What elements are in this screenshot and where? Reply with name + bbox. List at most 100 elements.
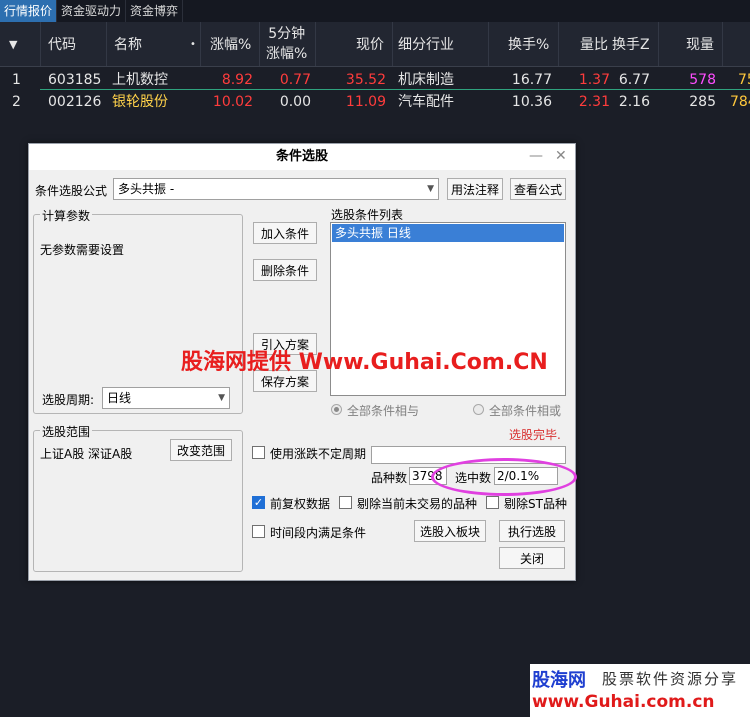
header-name-sort-dot: • [190,38,196,50]
header-name[interactable]: 名称 [114,22,142,66]
use-period-label: 使用涨跌不定周期 [270,447,367,461]
column-divider [315,22,316,66]
list-item[interactable]: 多头共振 日线 [332,224,564,242]
header-code[interactable]: 代码 [48,22,76,66]
header-five-min-change[interactable]: 5分钟 涨幅% [266,22,307,66]
row-price: 11.09 [345,94,386,110]
exclude-untraded-checkbox[interactable] [339,496,352,509]
count-label: 品种数 [371,471,408,485]
header-five-min-line2: 涨幅% [266,46,308,62]
header-price[interactable]: 现价 [356,22,384,66]
row-index: 2 [12,94,21,110]
execute-selection-button[interactable]: 执行选股 [499,520,565,542]
column-divider [722,22,723,66]
period-select[interactable]: 日线 ▼ [102,387,230,409]
quote-table-header: ▼ 代码 名称 • 涨幅% 5分钟 涨幅% 现价 细分行业 换手% 量比 换手Z… [0,22,750,67]
selected-row-underline [40,89,750,90]
formula-select[interactable]: 多头共振 - ▼ [113,178,439,200]
usage-notes-button[interactable]: 用法注释 [447,178,503,200]
table-row[interactable]: 1 603185 上机数控 8.92 0.77 35.52 机床制造 16.77… [0,69,750,91]
header-volume[interactable]: 现量 [686,22,714,66]
calc-params-group: 计算参数 无参数需要设置 选股周期: 日线 ▼ [33,207,243,414]
formula-label: 条件选股公式 [35,184,108,198]
row-code: 002126 [48,94,102,110]
to-block-button[interactable]: 选股入板块 [414,520,486,542]
row-change-pct: 10.02 [212,94,253,110]
header-five-min-line1: 5分钟 [268,26,306,42]
header-change-pct[interactable]: 涨幅% [210,22,251,66]
radio-and[interactable] [331,404,342,415]
dropdown-triangle-icon[interactable]: ▼ [9,22,17,66]
column-divider [106,22,107,66]
site-logo: 股海网 股票软件资源分享 www.Guhai.com.cn [530,664,750,717]
exclude-st-label: 剔除ST品种 [504,497,567,511]
minimize-icon[interactable]: — [529,148,543,164]
header-turnover[interactable]: 换手% [508,22,549,66]
add-condition-button[interactable]: 加入条件 [253,222,317,244]
condition-list-title: 选股条件列表 [331,208,404,222]
tab-fund-drive[interactable]: 资金驱动力 [57,0,127,22]
period-satisfy-label: 时间段内满足条件 [270,526,367,540]
tab-quote[interactable]: 行情报价 [0,0,58,22]
watermark-text: 股海网提供 Www.Guhai.Com.CN [181,350,548,375]
column-divider [259,22,260,66]
row-volume: 578 [689,72,716,88]
row-turnover: 10.36 [511,94,552,110]
period-satisfy-checkbox[interactable] [252,525,265,538]
radio-or[interactable] [473,404,484,415]
header-turnover-z[interactable]: 换手Z [612,22,650,66]
no-params-text: 无参数需要设置 [40,243,125,257]
close-button[interactable]: 关闭 [499,547,565,569]
column-divider [392,22,393,66]
close-icon[interactable]: ✕ [555,148,567,164]
tab-fund-game[interactable]: 资金博弈 [126,0,184,22]
radio-or-label: 全部条件相或 [489,404,562,418]
row-industry: 汽车配件 [398,94,454,110]
formula-select-value: 多头共振 - [118,182,175,196]
logo-url: www.Guhai.com.cn [532,692,715,712]
chevron-down-icon: ▼ [218,393,225,403]
stock-range-group: 选股范围 上证A股 深证A股 改变范围 [33,423,243,572]
column-divider [200,22,201,66]
row-name: 上机数控 [112,72,168,88]
header-volume-ratio[interactable]: 量比 [580,22,608,66]
range-value: 上证A股 深证A股 [40,447,133,461]
row-price: 35.52 [345,72,386,88]
logo-slogan: 股票软件资源分享 [602,670,739,688]
change-range-button[interactable]: 改变范围 [170,439,232,461]
delete-condition-button[interactable]: 删除条件 [253,259,317,281]
row-name: 银轮股份 [112,94,168,110]
exclude-st-checkbox[interactable] [486,496,499,509]
period-select-value: 日线 [107,391,132,405]
row-industry: 机床制造 [398,72,454,88]
row-extra: 75 [738,72,750,88]
header-industry[interactable]: 细分行业 [398,22,454,66]
row-volume-ratio: 2.31 [578,94,610,110]
row-five-min: 0.00 [279,94,311,110]
chevron-down-icon: ▼ [427,184,434,194]
radio-and-label: 全部条件相与 [347,404,420,418]
radio-dot-icon [334,407,339,412]
view-formula-button[interactable]: 查看公式 [510,178,566,200]
forward-adjust-checkbox[interactable]: ✓ [252,496,265,509]
row-change-pct: 8.92 [221,72,253,88]
stock-range-title: 选股范围 [40,423,93,440]
forward-adjust-label: 前复权数据 [270,497,331,511]
status-text: 选股完毕. [509,428,561,442]
logo-brand: 股海网 [532,670,586,691]
row-volume-ratio: 1.37 [578,72,610,88]
row-five-min: 0.77 [279,72,311,88]
row-turnover-z: 2.16 [618,94,650,110]
highlight-ellipse [431,458,577,496]
dialog-title: 条件选股 [29,144,575,170]
row-turnover-z: 6.77 [618,72,650,88]
row-turnover: 16.77 [511,72,552,88]
period-label: 选股周期: [42,393,95,407]
row-code: 603185 [48,72,102,88]
column-divider [558,22,559,66]
row-volume: 285 [689,94,716,110]
column-divider [488,22,489,66]
table-row[interactable]: 2 002126 银轮股份 10.02 0.00 11.09 汽车配件 10.3… [0,91,750,113]
use-period-checkbox[interactable] [252,446,265,459]
row-extra: 784 [730,94,750,110]
